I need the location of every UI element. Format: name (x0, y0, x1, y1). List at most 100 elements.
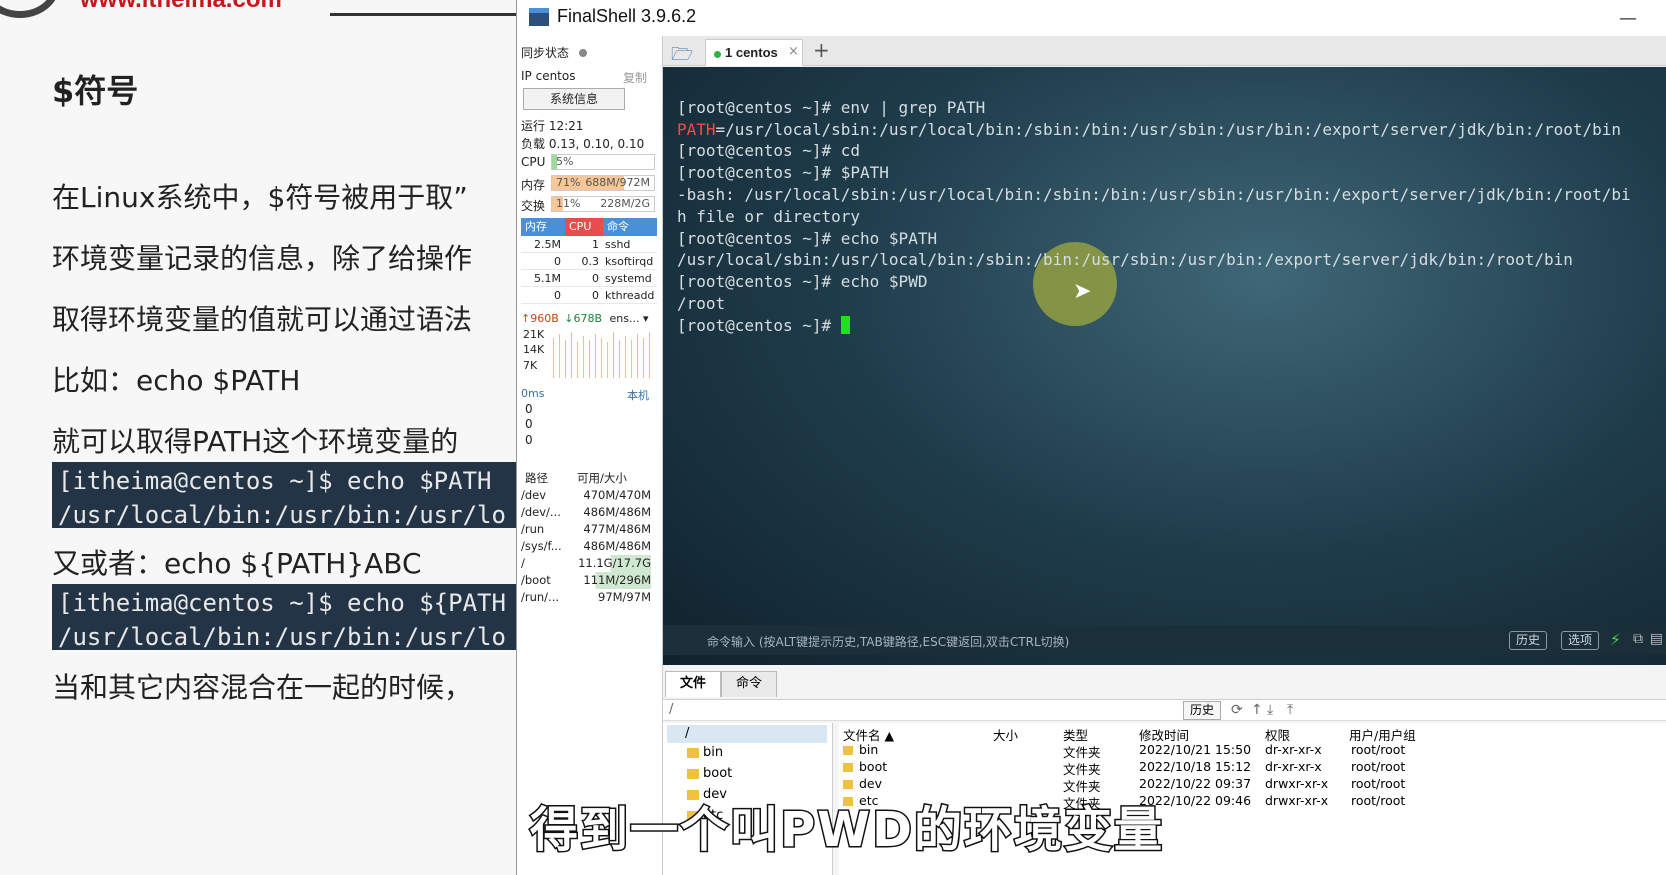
command-input-bar[interactable]: 命令输入 (按ALT键提示历史,TAB键路径,ESC键返回,双击CTRL切换) … (663, 625, 1666, 655)
up-dir-icon[interactable]: ↑ (1251, 702, 1263, 718)
terminal-line: /usr/local/sbin:/usr/local/bin:/sbin:/bi… (677, 250, 1573, 270)
col-cpu[interactable]: CPU (565, 218, 603, 236)
terminal-line: [root@centos ~]# env | grep PATH (677, 97, 986, 117)
bolt-icon[interactable]: ⚡ (1610, 630, 1621, 649)
current-path[interactable]: / (669, 702, 673, 717)
terminal-line: PATH=/usr/local/sbin:/usr/local/bin:/sbi… (677, 119, 1631, 141)
code-line: /usr/local/bin:/usr/bin:/usr/lo (58, 501, 506, 528)
terminal[interactable]: [root@centos ~]# env | grep PATH PATH=/us… (663, 67, 1666, 665)
terminal-line: [root@centos ~]# $PATH (677, 163, 889, 183)
upload-icon[interactable]: ⤒ (1287, 702, 1293, 718)
mem-label: 内存 (521, 178, 546, 192)
disk-row[interactable]: /run/... 97M/97M (521, 589, 657, 606)
disk-size: 11.1G/17.7G (577, 555, 651, 572)
file-time: 2022/10/22 09:37 (1139, 776, 1252, 791)
cpu-meter: 5% (551, 154, 655, 170)
process-row[interactable]: 5.1M 0 systemd (521, 270, 657, 287)
folder-icon (843, 746, 853, 755)
col-path[interactable]: 路径 (521, 470, 577, 487)
copy-ip-button[interactable]: 复制 (623, 69, 647, 86)
folder-icon (687, 748, 699, 758)
file-row[interactable]: bin 文件夹 2022/10/21 15:50 dr-xr-xr-x root/roo… (839, 742, 1439, 760)
process-row[interactable]: 0 0.3 ksoftirqd (521, 253, 657, 270)
sync-label: 同步状态 (521, 46, 570, 60)
tab-label: 1 centos (725, 45, 778, 60)
history-button[interactable]: 历史 (1508, 631, 1547, 650)
ping-row: 0 (525, 417, 533, 431)
col-cmd[interactable]: 命令 (603, 218, 657, 236)
disk-row[interactable]: /sys/f... 486M/486M (521, 538, 657, 555)
disk-row[interactable]: / 11.1G/17.7G (521, 555, 657, 572)
disk-path: /run/... (521, 590, 560, 604)
terminal-line: [root@centos ~]# echo $PATH (677, 228, 938, 248)
tab-commands[interactable]: 命令 (721, 671, 778, 697)
terminal-line: h file or directory (677, 206, 861, 226)
minimize-button[interactable]: — (1619, 8, 1637, 29)
slide-line: 又或者：echo ${PATH}ABC (52, 547, 422, 580)
terminal-line: [root@centos ~]# echo $PWD (677, 272, 928, 292)
disk-header: 路径 可用/大小 (521, 470, 657, 487)
proc-mem: 0 (554, 255, 561, 268)
tab-files[interactable]: 文件 (665, 671, 722, 697)
close-tab-icon[interactable]: × (788, 44, 799, 59)
disk-path: /dev/... (521, 505, 561, 519)
add-tab-icon[interactable]: + (813, 38, 830, 62)
file-perm: dr-xr-xr-x (1265, 742, 1322, 757)
disk-path: / (521, 556, 525, 570)
options-button[interactable]: 选项 (1560, 631, 1599, 650)
path-history-button[interactable]: 历史 (1183, 701, 1222, 720)
terminal-output: [root@centos ~]# env | grep PATH PATH=/us… (677, 75, 1631, 380)
net-tick: 7K (523, 359, 538, 372)
proc-mem: 5.1M (534, 272, 561, 285)
sysinfo-button[interactable]: 系统信息 (523, 88, 625, 110)
mem-detail: 688M/972M (585, 176, 650, 189)
tree-node[interactable]: boot (687, 766, 732, 781)
download-icon[interactable]: ⤓ (1267, 702, 1273, 718)
net-interface[interactable]: ens... (610, 312, 640, 325)
disk-size: 486M/486M (583, 505, 651, 519)
mem-meter: 71% 688M/972M (551, 175, 655, 191)
disk-row[interactable]: /dev/... 486M/486M (521, 504, 657, 521)
folder-icon (843, 780, 853, 789)
proc-cmd: ksoftirqd (605, 255, 654, 268)
disk-row[interactable]: /dev 470M/470M (521, 487, 657, 504)
prompt: [root@centos ~]# (677, 315, 841, 335)
col-size[interactable]: 可用/大小 (577, 470, 651, 487)
status-sidebar: 同步状态 IP centos 复制 系统信息 运行 12:21 负载 0.13,… (517, 36, 663, 875)
cpu-value: 5% (556, 155, 574, 168)
disk-path: /sys/f... (521, 539, 562, 553)
tab-centos[interactable]: 1 centos × (705, 39, 803, 66)
swap-label: 交换 (521, 199, 546, 213)
paste-icon[interactable]: ▤ (1650, 631, 1663, 647)
slide-line: 环境变量记录的信息，除了给操作 (52, 242, 473, 275)
code-line: [itheima@centos ~]$ echo $PATH (58, 467, 492, 495)
disk-row[interactable]: /run 477M/486M (521, 521, 657, 538)
disk-row[interactable]: /boot 111M/296M (521, 572, 657, 589)
process-row[interactable]: 2.5M 1 sshd (521, 236, 657, 253)
net-bars (553, 332, 650, 378)
col-mem[interactable]: 内存 (521, 218, 565, 236)
finalshell-window: FinalShell 3.9.6.2 — 同步状态 IP centos 复制 系… (516, 0, 1666, 875)
window-title: FinalShell 3.9.6.2 (557, 6, 697, 26)
terminal-line: /root (677, 293, 726, 313)
process-row[interactable]: 0 0 kthreadd (521, 287, 657, 304)
tree-root[interactable]: / (667, 725, 827, 743)
refresh-icon[interactable]: ⟳ (1231, 702, 1243, 718)
mem-percent: 71% (556, 176, 581, 189)
path-bar[interactable]: / 历史 ⟳ ↑ ⤓ ⤒ (663, 699, 1666, 721)
file-name: boot (859, 759, 888, 774)
uptime: 运行 12:21 (521, 119, 584, 133)
disk-size: 486M/486M (583, 539, 651, 553)
copy-icon[interactable]: ⧉ (1633, 631, 1643, 647)
tree-node[interactable]: bin (687, 745, 723, 760)
ping-host[interactable]: 本机 (627, 387, 649, 403)
process-table: 内存 CPU 命令 2.5M 1 sshd 0 0.3 ksoftirqd 5.1M 0 s… (521, 218, 657, 304)
file-row[interactable]: boot 文件夹 2022/10/18 15:12 dr-xr-xr-x root/ro… (839, 759, 1439, 777)
disk-path: /dev (521, 488, 547, 502)
proc-cpu: 0 (592, 289, 599, 302)
net-speed: ↑960B ↓678B ens... ▾ (521, 312, 649, 325)
slide-line: 取得环境变量的值就可以通过语法 (52, 303, 473, 336)
dropdown-icon[interactable]: ▾ (643, 312, 649, 325)
proc-mem: 0 (554, 289, 561, 302)
file-perm: drwxr-xr-x (1265, 776, 1329, 791)
